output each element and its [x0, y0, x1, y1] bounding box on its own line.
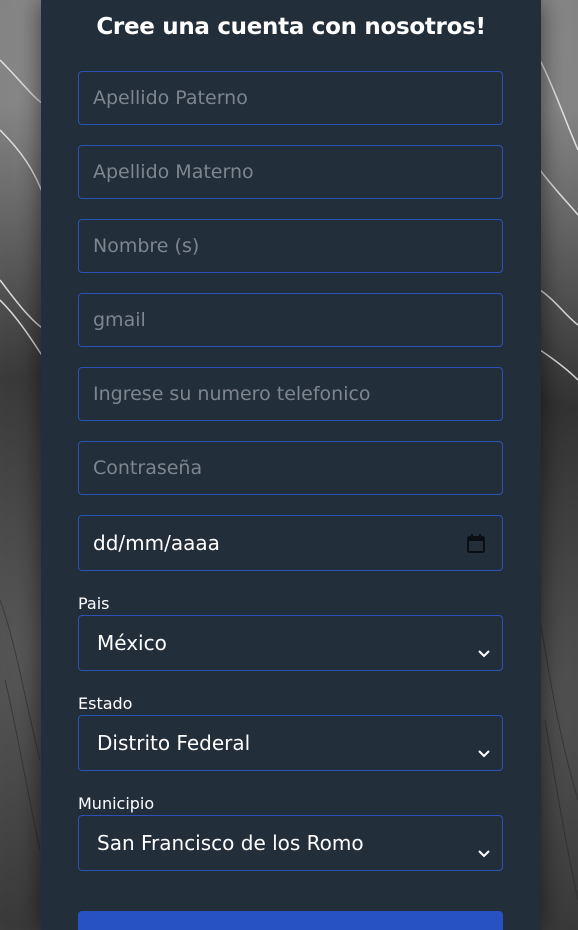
municipio-label: Municipio: [78, 794, 155, 813]
chevron-down-icon: [478, 839, 490, 858]
registration-card: Cree una cuenta con nosotros! dd/mm/aaaa…: [41, 0, 541, 930]
pais-selected-value: México: [97, 631, 167, 655]
municipio-selected-value: San Francisco de los Romo: [97, 831, 364, 855]
telefono-input[interactable]: [78, 367, 503, 421]
register-button[interactable]: Registrarse: [78, 911, 503, 930]
chevron-down-icon: [478, 639, 490, 658]
chevron-down-icon: [478, 739, 490, 758]
fecha-nacimiento-input[interactable]: dd/mm/aaaa: [78, 515, 503, 571]
nombre-input[interactable]: [78, 219, 503, 273]
estado-label: Estado: [78, 694, 133, 713]
calendar-icon[interactable]: [467, 533, 485, 553]
apellido-paterno-input[interactable]: [78, 71, 503, 125]
municipio-select[interactable]: San Francisco de los Romo: [78, 815, 503, 871]
pais-label: Pais: [78, 594, 110, 613]
form-title: Cree una cuenta con nosotros!: [96, 14, 486, 40]
contrasena-input[interactable]: [78, 441, 503, 495]
apellido-materno-input[interactable]: [78, 145, 503, 199]
estado-select[interactable]: Distrito Federal: [78, 715, 503, 771]
pais-select[interactable]: México: [78, 615, 503, 671]
estado-selected-value: Distrito Federal: [97, 731, 251, 755]
gmail-input[interactable]: [78, 293, 503, 347]
date-placeholder: dd/mm/aaaa: [93, 531, 220, 555]
